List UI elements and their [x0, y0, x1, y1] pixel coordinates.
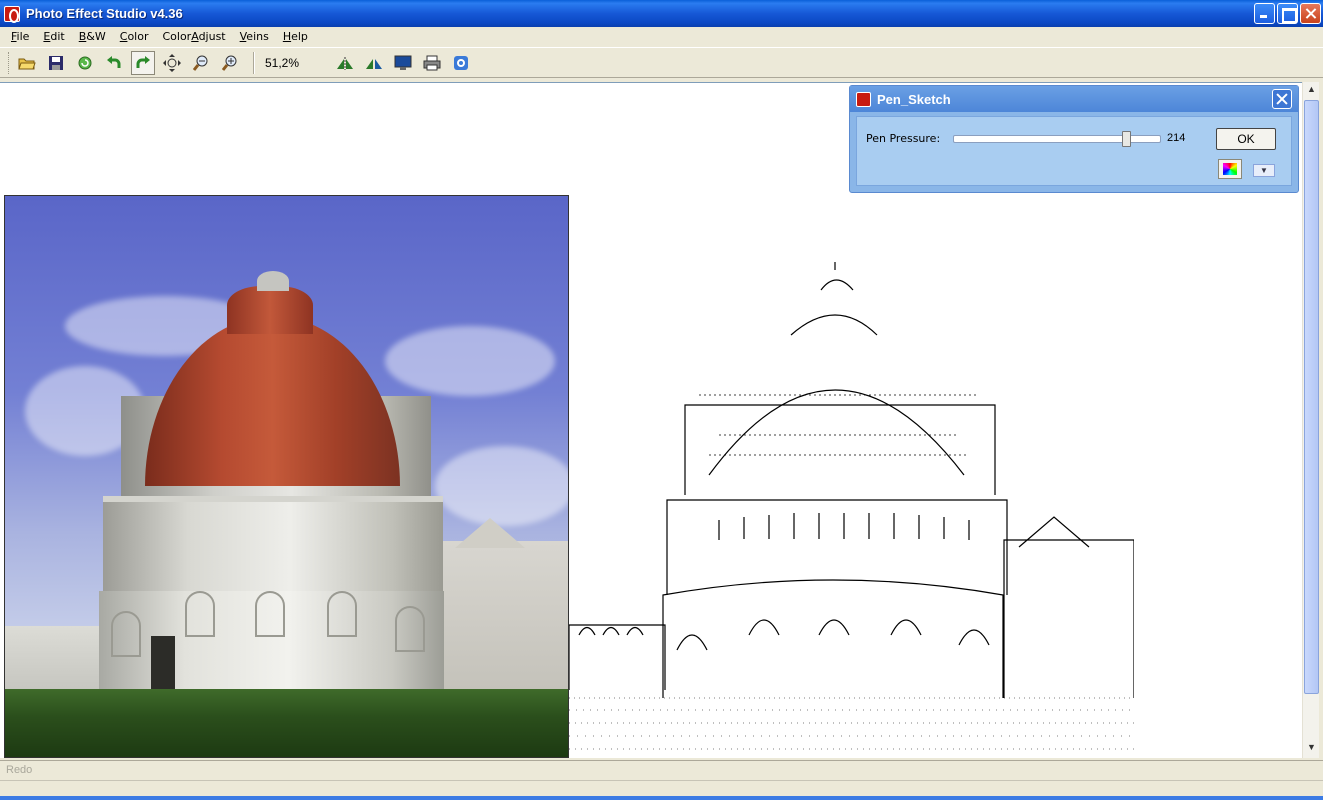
- save-disk-icon[interactable]: [44, 51, 68, 75]
- arch: [395, 606, 425, 652]
- arch: [111, 611, 141, 657]
- maximize-button[interactable]: [1277, 3, 1298, 24]
- undo-icon[interactable]: [102, 51, 126, 75]
- title-bar: Photo Effect Studio v4.36: [0, 0, 1323, 27]
- taskbar-edge: [0, 796, 1323, 800]
- open-folder-icon[interactable]: [15, 51, 39, 75]
- pen-pressure-slider[interactable]: [953, 131, 1161, 147]
- pen-pressure-label: Pen Pressure:: [866, 132, 941, 145]
- monitor-icon[interactable]: [391, 51, 415, 75]
- original-photo: [4, 195, 569, 758]
- cathedral: [442, 541, 568, 691]
- mirror-icon[interactable]: [333, 51, 357, 75]
- cloud: [435, 446, 568, 526]
- menu-help[interactable]: Help: [276, 30, 315, 43]
- color-palette-icon: [1223, 163, 1237, 175]
- refresh-icon[interactable]: [73, 51, 97, 75]
- menu-file[interactable]: File: [4, 30, 36, 43]
- dialog-title: Pen_Sketch: [877, 91, 951, 107]
- cloud: [385, 326, 555, 396]
- scroll-down-icon[interactable]: ▼: [1305, 742, 1318, 756]
- status-bar: Redo: [0, 760, 1323, 780]
- expand-chevron-icon[interactable]: ▼: [1253, 164, 1275, 177]
- vertical-scrollbar[interactable]: ▲ ▼: [1302, 82, 1319, 758]
- sketch-lines: [569, 262, 1134, 698]
- scroll-thumb[interactable]: [1304, 100, 1319, 694]
- cemetery-building: [5, 626, 101, 690]
- zoom-level: 51,2%: [265, 55, 300, 70]
- toolbar: 51,2%: [0, 47, 1323, 78]
- pen-sketch-dialog: Pen_Sketch Pen Pressure: 214 OK ▼: [849, 85, 1299, 193]
- move-icon[interactable]: [160, 51, 184, 75]
- baptistery-middle-tier: [103, 496, 443, 591]
- zoom-out-icon[interactable]: [189, 51, 213, 75]
- arch: [255, 591, 285, 637]
- minimize-button[interactable]: [1254, 3, 1275, 24]
- menu-veins[interactable]: Veins: [233, 30, 276, 43]
- color-palette-button[interactable]: [1218, 159, 1242, 179]
- dialog-body: Pen Pressure: 214 OK ▼: [856, 116, 1292, 186]
- status-text: Redo: [6, 764, 33, 776]
- redo-icon[interactable]: [131, 50, 155, 75]
- toolbar-grip[interactable]: [8, 51, 11, 74]
- dialog-close-button[interactable]: [1272, 89, 1292, 109]
- zoom-in-icon[interactable]: [218, 51, 242, 75]
- pen-pressure-value: 214: [1167, 132, 1186, 144]
- app-icon: [856, 91, 871, 107]
- dome-lantern: [257, 271, 289, 291]
- close-button[interactable]: [1300, 3, 1321, 24]
- menu-coloradjust[interactable]: ColorAdjust: [155, 30, 232, 43]
- grass-lawn: [5, 689, 568, 757]
- scroll-up-icon[interactable]: ▲: [1305, 84, 1318, 98]
- ok-button[interactable]: OK: [1216, 128, 1276, 150]
- sketch-result: [569, 262, 1134, 750]
- slider-thumb[interactable]: [1122, 131, 1131, 147]
- arch: [185, 591, 215, 637]
- menu-bw[interactable]: B&W: [72, 30, 113, 43]
- dialog-title-bar[interactable]: Pen_Sketch: [850, 86, 1298, 112]
- menu-color[interactable]: Color: [113, 30, 156, 43]
- sketch-stipple: [569, 394, 1134, 750]
- menu-bar: File Edit B&W Color ColorAdjust Veins He…: [0, 27, 1323, 46]
- arch: [327, 591, 357, 637]
- flip-icon[interactable]: [362, 51, 386, 75]
- settings-cycle-icon[interactable]: [449, 51, 473, 75]
- printer-icon[interactable]: [420, 51, 444, 75]
- menu-edit[interactable]: Edit: [36, 30, 71, 43]
- window-title: Photo Effect Studio v4.36: [26, 6, 183, 21]
- app-icon[interactable]: [4, 5, 20, 23]
- toolbar-separator: [253, 51, 255, 74]
- dome-cap: [227, 286, 313, 334]
- baptistery-door: [151, 636, 175, 692]
